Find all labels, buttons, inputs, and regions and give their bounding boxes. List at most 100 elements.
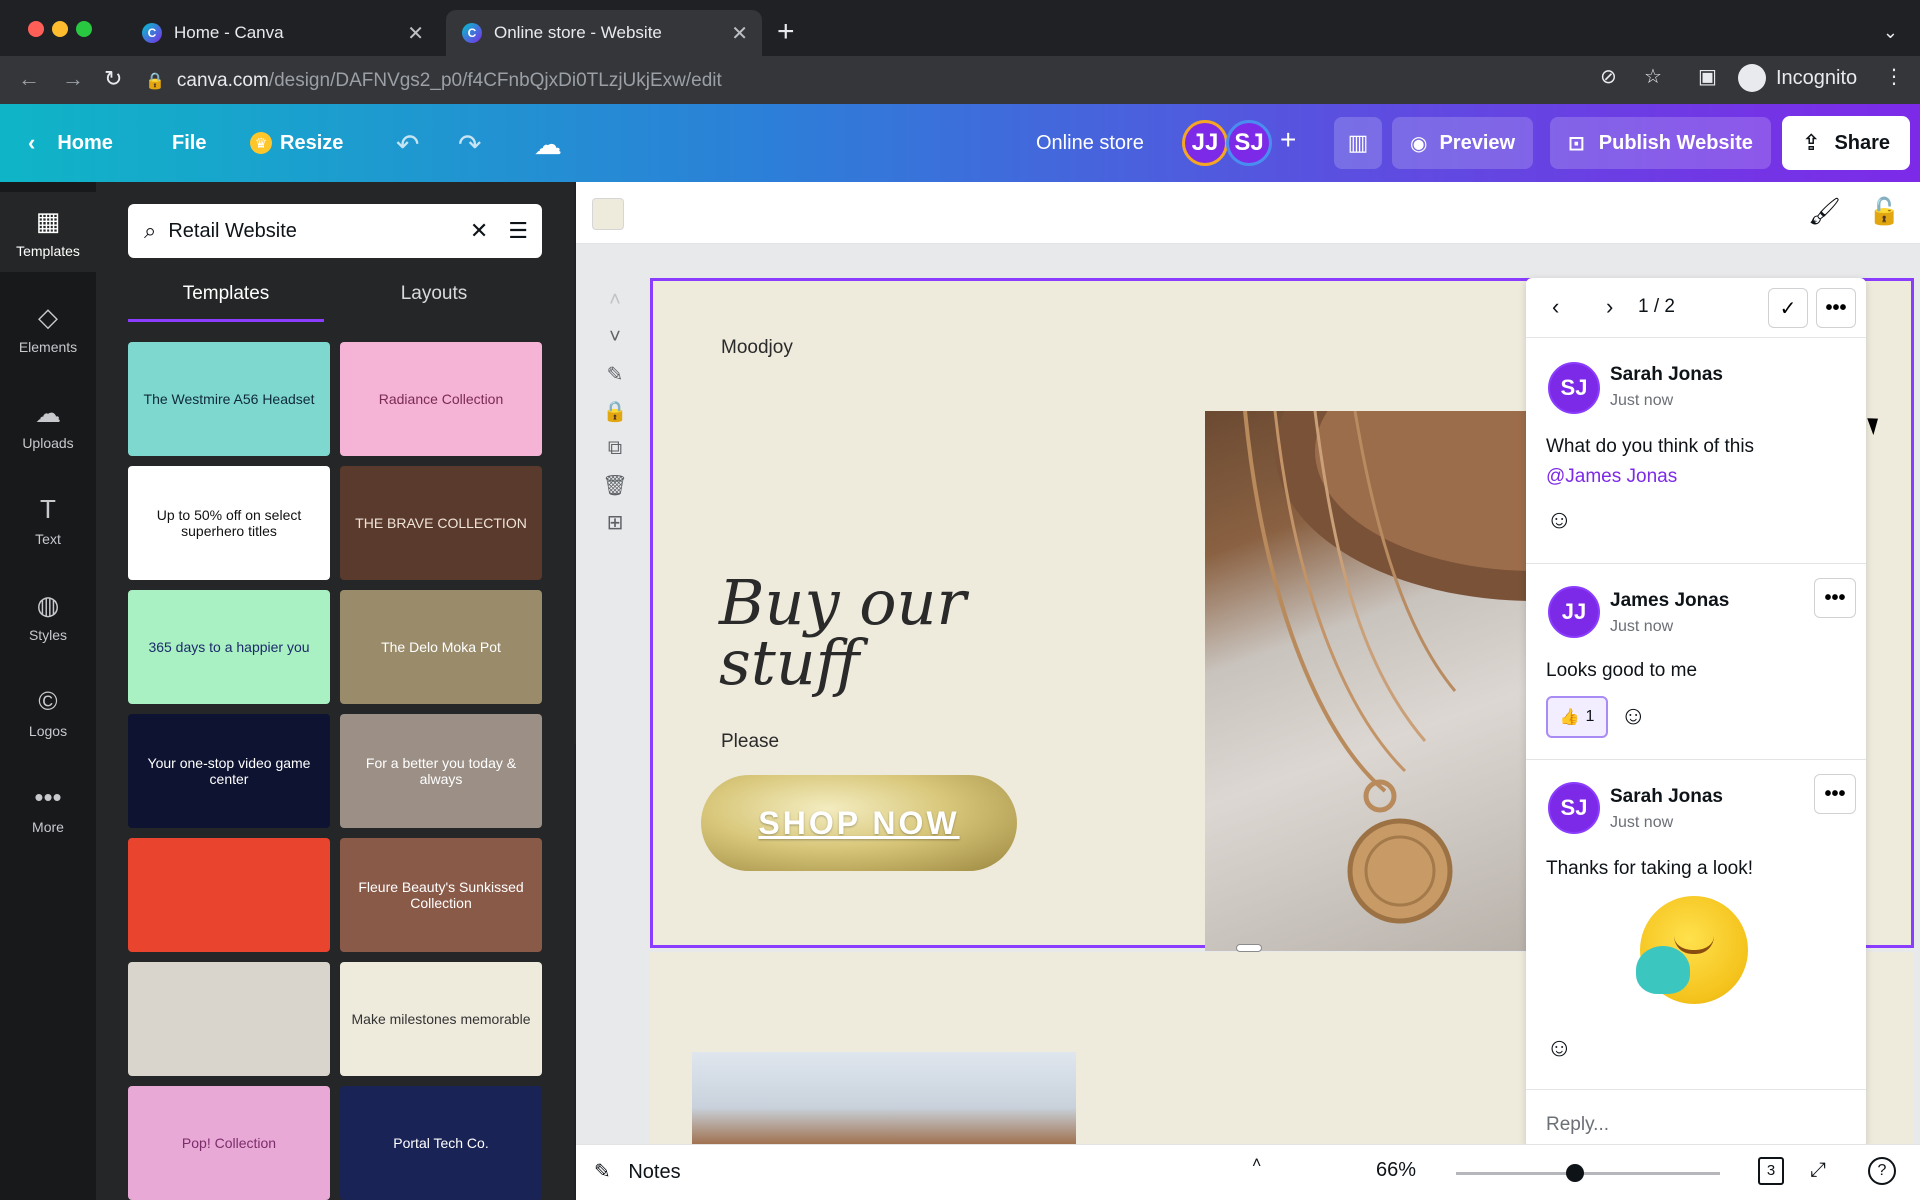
close-window-button[interactable] [28,21,44,37]
template-thumbnail[interactable]: Pop! Collection [128,1086,330,1200]
template-thumbnail[interactable]: Your one-stop video game center [128,714,330,828]
template-thumbnail[interactable]: For a better you today & always [340,714,542,828]
add-collaborator-icon[interactable]: + [1280,124,1296,156]
zoom-slider[interactable] [1456,1164,1720,1182]
brand-name-text[interactable]: Moodjoy [721,337,793,359]
eye-off-icon[interactable]: ⊘ [1600,64,1617,89]
template-thumbnail[interactable]: 365 days to a happier you [128,590,330,704]
notes-button[interactable]: ✎ Notes [594,1159,681,1184]
forward-button[interactable]: → [62,66,84,92]
close-tab-icon[interactable]: ✕ [731,21,748,46]
avatar: SJ [1548,782,1600,834]
fullscreen-icon[interactable]: ⤢ [1810,1159,1826,1182]
add-reaction-icon[interactable]: ☺ [1620,700,1647,731]
browser-tab-home[interactable]: C Home - Canva ✕ [126,10,438,56]
tab-templates[interactable]: Templates [128,276,324,322]
mention-link[interactable]: @James Jonas [1546,466,1677,487]
minimize-window-button[interactable] [52,21,68,37]
template-thumbnail[interactable]: Fleure Beauty's Sunkissed Collection [340,838,542,952]
previous-comment-icon[interactable]: ‹ [1552,294,1559,320]
template-thumbnail[interactable]: Portal Tech Co. [340,1086,542,1200]
reload-button[interactable]: ↻ [104,66,122,92]
template-thumbnail[interactable]: Up to 50% off on select superhero titles [128,466,330,580]
close-tab-icon[interactable]: ✕ [407,21,424,46]
next-comment-icon[interactable]: › [1606,294,1613,320]
preview-button[interactable]: ◉ Preview [1392,117,1534,169]
share-button[interactable]: ⇪ Share [1782,116,1911,170]
url-field[interactable]: 🔒 canva.com/design/DAFNVgs2_p0/f4CFnbQjx… [145,62,1735,100]
background-color-swatch[interactable] [592,198,624,230]
tab-search-chevron-icon[interactable]: ⌄ [1883,22,1898,43]
show-pages-chevron-up-icon[interactable]: ˄ [1252,1155,1261,1173]
file-menu-button[interactable]: File [172,104,206,182]
rail-item-styles[interactable]: ◍ Styles [0,576,96,656]
add-reaction-icon[interactable]: ☺ [1546,1032,1573,1063]
back-button[interactable]: ← [18,66,40,92]
template-thumbnail[interactable]: The Delo Moka Pot [340,590,542,704]
zoom-slider-knob[interactable] [1565,1164,1584,1182]
tab-layouts[interactable]: Layouts [336,276,532,322]
template-thumbnail[interactable] [128,962,330,1076]
template-search-box[interactable]: ⌕ Retail Website ✕ ☰ [128,204,542,258]
rail-item-elements[interactable]: ◇ Elements [0,288,96,368]
reaction-pill[interactable]: 👍 1 [1546,696,1608,738]
comment-more-icon[interactable]: ••• [1814,774,1856,814]
rail-item-more[interactable]: ••• More [0,768,96,848]
resize-button[interactable]: ♛ Resize [250,104,343,182]
url-host: canva.com [176,70,269,91]
template-thumbnail[interactable]: Make milestones memorable [340,962,542,1076]
insights-button[interactable]: ▥ [1334,117,1382,169]
jewelry-photo[interactable] [1205,411,1535,951]
rail-item-text[interactable]: T Text [0,480,96,560]
avatar-sj[interactable]: SJ [1226,120,1272,166]
shop-now-button[interactable]: SHOP NOW [701,775,1017,871]
undo-icon[interactable]: ↶ [396,128,419,161]
subtext[interactable]: Please [721,731,779,753]
lock-page-icon[interactable]: 🔒 [600,393,630,430]
paint-format-icon[interactable]: 🖌 [1808,196,1841,227]
rail-item-templates[interactable]: ▦ Templates [0,192,96,272]
help-icon[interactable]: ? [1868,1157,1896,1185]
publish-website-button[interactable]: ⊡ Publish Website [1550,117,1771,169]
browser-tab-online-store[interactable]: C Online store - Website ✕ [446,10,762,56]
template-thumbnail[interactable]: Radiance Collection [340,342,542,456]
rail-item-logos[interactable]: © Logos [0,672,96,752]
browser-menu-icon[interactable]: ⋮ [1884,64,1904,89]
incognito-badge[interactable]: Incognito [1738,64,1857,92]
maximize-window-button[interactable] [76,21,92,37]
bookmark-star-icon[interactable]: ☆ [1644,64,1662,89]
ring-photo[interactable] [692,1052,1076,1144]
duplicate-page-icon[interactable]: ⧉ [600,430,630,467]
template-thumbnail[interactable]: The Westmire A56 Headset [128,342,330,456]
page-resize-handle[interactable] [1236,944,1262,952]
home-button[interactable]: ‹ Home [28,104,113,182]
add-page-icon[interactable]: ⊞ [600,504,630,541]
template-thumbnail[interactable]: THE BRAVE COLLECTION [340,466,542,580]
resolve-check-icon[interactable]: ✓ [1768,288,1808,328]
chevron-up-icon[interactable]: ˄ [600,282,630,319]
side-panel-icon[interactable]: ▣ [1698,64,1717,89]
reply-input[interactable]: Reply... [1546,1114,1609,1136]
clear-search-icon[interactable]: ✕ [470,218,488,244]
design-title[interactable]: Online store [1036,104,1144,182]
thread-more-icon[interactable]: ••• [1816,288,1856,328]
zoom-level[interactable]: 66% [1376,1159,1416,1182]
filter-icon[interactable]: ☰ [508,218,528,244]
avatar-jj[interactable]: JJ [1182,120,1228,166]
delete-page-icon[interactable]: 🗑 [600,467,630,504]
edit-notes-icon[interactable]: ✎ [600,356,630,393]
search-input[interactable]: Retail Website [168,220,470,243]
template-thumbnail[interactable] [128,838,330,952]
headline-text[interactable]: Buy our stuff [719,572,1039,694]
rail-item-uploads[interactable]: ☁ Uploads [0,384,96,464]
chevron-left-icon: ‹ [28,130,36,155]
unlock-icon[interactable]: 🔓 [1868,196,1900,227]
redo-icon[interactable]: ↷ [458,128,481,161]
new-tab-button[interactable]: + [777,17,795,47]
browser-tab-bar: C Home - Canva ✕ C Online store - Websit… [0,0,1920,64]
comment-more-icon[interactable]: ••• [1814,578,1856,618]
chevron-down-icon[interactable]: ˅ [600,319,630,356]
add-reaction-icon[interactable]: ☺ [1546,504,1573,535]
cloud-save-icon[interactable]: ☁ [534,128,562,161]
page-count-button[interactable]: 3 [1758,1157,1784,1185]
